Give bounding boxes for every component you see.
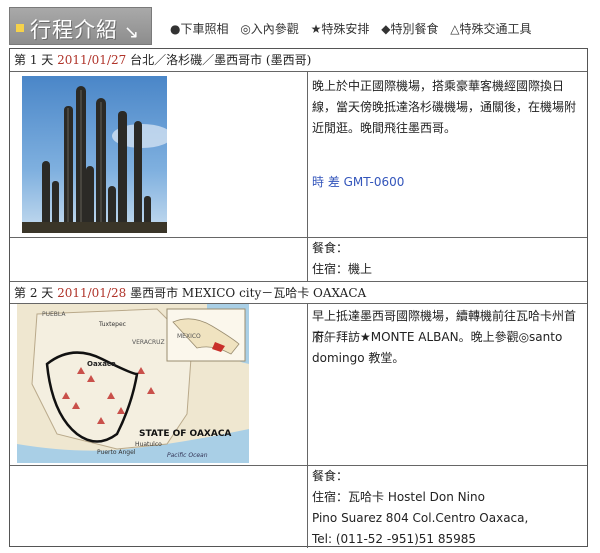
day-1-meals-lodging: 餐食： 住宿：機上 bbox=[10, 237, 587, 282]
legend-special-transport: △特殊交通工具 bbox=[450, 22, 532, 36]
day-number: 第 2 天 bbox=[14, 286, 54, 300]
day-route: 台北／洛杉磯／墨西哥市 (墨西哥) bbox=[130, 53, 312, 67]
day-1-description: 晚上於中正國際機場，搭乘豪華客機經國際換日線，當天傍晚抵達洛杉磯機場，通關後，在… bbox=[312, 79, 577, 135]
column-divider bbox=[307, 238, 308, 282]
map-label-oaxaca: Oaxaca bbox=[87, 360, 116, 368]
legend-special-meal: ◆特別餐食 bbox=[381, 22, 439, 36]
map-label-pacific-ocean: Pacific Ocean bbox=[167, 452, 208, 459]
day-1-header: 第 1 天 2011/01/27 台北／洛杉磯／墨西哥市 (墨西哥) bbox=[10, 49, 587, 71]
legend-entry-visit: ◎入內參觀 bbox=[240, 22, 299, 36]
map-label-huatulco: Huatulco bbox=[135, 441, 162, 448]
day-date: 2011/01/28 bbox=[57, 286, 127, 300]
map-label-mexico: MEXICO bbox=[177, 333, 201, 340]
column-divider bbox=[307, 72, 308, 238]
column-divider bbox=[307, 304, 308, 466]
day-2-body: MEXICO PUEBLA VERACRUZ Oaxaca Tuxtepec H… bbox=[10, 303, 587, 466]
day-2-lodging: 住宿：瓦哈卡 Hostel Don Nino bbox=[312, 490, 485, 504]
day-2-description-line-2: 下午拜訪★MONTE ALBAN。晚上參觀◎santo bbox=[312, 330, 563, 344]
map-label-tuxtepec: Tuxtepec bbox=[98, 321, 126, 328]
section-title: 行程介紹 bbox=[30, 18, 118, 42]
column-divider bbox=[307, 466, 308, 548]
legend-photo-stop: ●下車照相 bbox=[170, 22, 229, 36]
day-route: 墨西哥市 MEXICO city－瓦哈卡 OAXACA bbox=[130, 286, 367, 300]
day-2-header: 第 2 天 2011/01/28 墨西哥市 MEXICO city－瓦哈卡 OA… bbox=[10, 281, 587, 303]
symbol-legend: ●下車照相 ◎入內參觀 ★特殊安排 ◆特別餐食 △特殊交通工具 bbox=[170, 20, 540, 37]
time-difference: 時 差 GMT-0600 bbox=[312, 175, 405, 189]
arrow-down-right-icon: ↘ bbox=[124, 22, 140, 43]
day-number: 第 1 天 bbox=[14, 53, 54, 67]
legend-special-arrangement: ★特殊安排 bbox=[310, 22, 370, 36]
itinerary-table: 第 1 天 2011/01/27 台北／洛杉磯／墨西哥市 (墨西哥) 晚上於中正… bbox=[9, 48, 588, 548]
map-label-puebla: PUEBLA bbox=[42, 311, 66, 318]
day-2-description-line-3: domingo 教堂。 bbox=[312, 351, 405, 365]
bullet-icon bbox=[16, 24, 24, 32]
map-title: STATE OF OAXACA bbox=[139, 429, 231, 439]
section-title-badge: 行程介紹 ↘ bbox=[9, 7, 152, 45]
day-1-body: 晚上於中正國際機場，搭乘豪華客機經國際換日線，當天傍晚抵達洛杉磯機場，通關後，在… bbox=[10, 71, 587, 238]
day-2-meals: 餐食： bbox=[312, 469, 349, 483]
day-2-meals-lodging: 餐食： 住宿：瓦哈卡 Hostel Don Nino Pino Suarez 8… bbox=[10, 465, 587, 548]
cactus-photo bbox=[22, 76, 167, 233]
day-1-meals: 餐食： bbox=[312, 241, 349, 255]
day-1-lodging: 住宿：機上 bbox=[312, 262, 373, 276]
day-date: 2011/01/27 bbox=[57, 53, 127, 67]
map-label-puerto-angel: Puerto Angel bbox=[97, 449, 136, 456]
day-2-address: Pino Suarez 804 Col.Centro Oaxaca, bbox=[312, 511, 529, 525]
oaxaca-map: MEXICO PUEBLA VERACRUZ Oaxaca Tuxtepec H… bbox=[17, 304, 249, 463]
map-label-veracruz: VERACRUZ bbox=[132, 339, 165, 346]
header: 行程介紹 ↘ ●下車照相 ◎入內參觀 ★特殊安排 ◆特別餐食 △特殊交通工具 bbox=[9, 7, 594, 45]
day-2-phone: Tel: (011-52 -951)51 85985 bbox=[312, 532, 477, 546]
